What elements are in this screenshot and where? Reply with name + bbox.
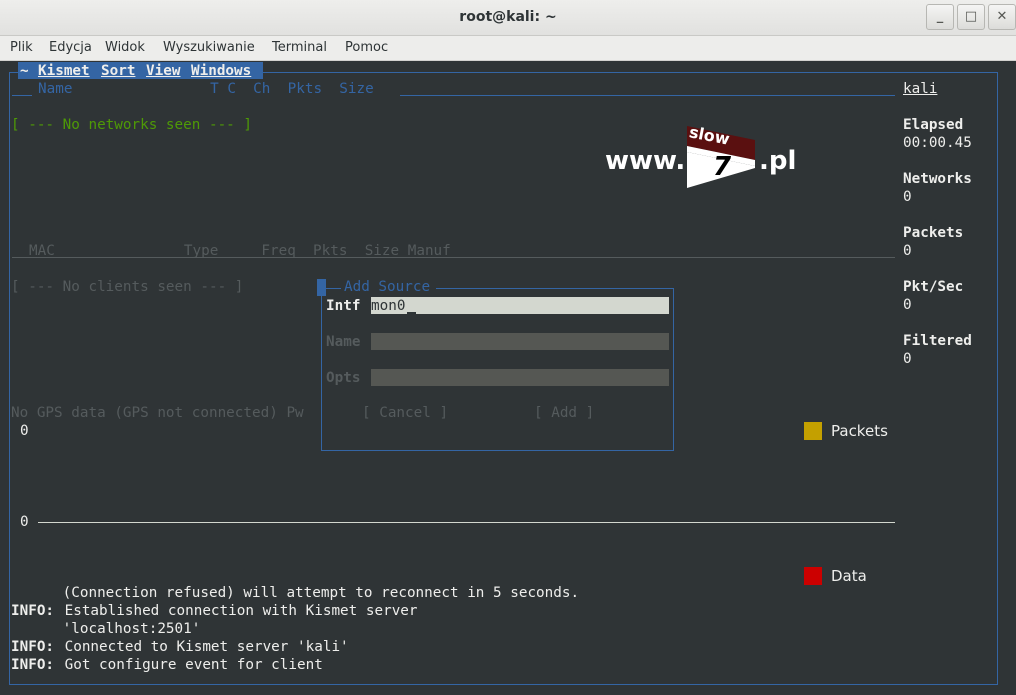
minimize-button[interactable]: _	[926, 4, 954, 30]
watermark-logo-box: slow 7	[687, 122, 755, 188]
menu-pomoc[interactable]: Pomoc	[345, 40, 388, 55]
cancel-button[interactable]: [ Cancel ]	[362, 404, 448, 422]
network-list-header[interactable]: Name T C Ch Pkts Size	[38, 80, 374, 98]
graph-baseline	[38, 522, 895, 523]
dialog-title: Add Source	[344, 279, 431, 295]
no-networks-text: [ --- No networks seen --- ]	[11, 117, 253, 133]
watermark-pl: .pl	[759, 146, 797, 176]
kismet-menu-view[interactable]: View	[146, 62, 180, 80]
gps-status: No GPS data (GPS not connected) Pw	[11, 405, 304, 421]
watermark-www: www.	[605, 146, 686, 176]
text-cursor	[407, 312, 416, 314]
terminal-scrollbar[interactable]	[1006, 62, 1016, 695]
stat-pktsec-label: Pkt/Sec	[903, 279, 964, 295]
header-underline-left	[12, 95, 32, 96]
stat-elapsed-value: 00:00.45	[903, 135, 972, 151]
name-input[interactable]	[371, 333, 669, 350]
kismet-menu-tilde[interactable]: ~	[20, 62, 29, 80]
dialog-name-label: Name	[326, 334, 361, 350]
dialog-border-top-right	[436, 288, 674, 289]
stat-packets-label: Packets	[903, 225, 964, 241]
stat-elapsed-label: Elapsed	[903, 117, 964, 133]
legend-packets-label: Packets	[831, 422, 888, 440]
stat-pktsec-value: 0	[903, 297, 912, 313]
slow7-watermark: www. slow 7 .pl	[605, 122, 805, 194]
header-underline-right	[400, 95, 895, 96]
legend-packets-swatch	[804, 422, 822, 440]
sidebar-host: kali	[903, 81, 938, 97]
menu-edycja[interactable]: Edycja	[49, 40, 92, 55]
kismet-menu-windows[interactable]: Windows	[191, 62, 251, 80]
terminal-area[interactable]: ~ Kismet Sort View Windows Name T C Ch P…	[0, 62, 1016, 695]
dialog-opts-label: Opts	[326, 370, 361, 386]
intf-input-value: mon0	[371, 298, 406, 314]
menu-widok[interactable]: Widok	[105, 40, 145, 55]
window-title: root@kali: ~	[459, 9, 557, 25]
maximize-button[interactable]: □	[957, 4, 985, 30]
menu-plik[interactable]: Plik	[10, 40, 33, 55]
log-line-5: Got configure event for client	[56, 657, 323, 673]
opts-input[interactable]	[371, 369, 669, 386]
legend-data-label: Data	[831, 567, 867, 585]
log-line-4: Connected to Kismet server 'kali'	[56, 639, 349, 655]
terminal-menubar: Plik Edycja Widok Wyszukiwanie Terminal …	[0, 36, 1016, 61]
add-button[interactable]: [ Add ]	[534, 404, 594, 422]
frame-left	[9, 72, 10, 685]
dialog-corner-cursor	[317, 279, 326, 296]
graph-top-value: 0	[20, 423, 29, 439]
log-line-3: 'localhost:2501'	[11, 621, 201, 637]
frame-right	[997, 72, 998, 685]
close-button[interactable]: ✕	[988, 4, 1016, 30]
client-header-underline	[12, 257, 895, 258]
log-prefix-5: INFO:	[11, 657, 55, 673]
log-line-1: (Connection refused) will attempt to rec…	[11, 585, 580, 601]
kismet-menu-kismet[interactable]: Kismet	[38, 62, 90, 80]
kismet-menu-sort[interactable]: Sort	[101, 62, 135, 80]
frame-bottom	[9, 684, 998, 685]
stat-networks-label: Networks	[903, 171, 972, 187]
no-clients-text: [ --- No clients seen --- ]	[11, 279, 244, 295]
legend-data-swatch	[804, 567, 822, 585]
log-prefix-2: INFO:	[11, 603, 55, 619]
stat-networks-value: 0	[903, 189, 912, 205]
log-line-2: Established connection with Kismet serve…	[56, 603, 418, 619]
window-titlebar: root@kali: ~ _ □ ✕	[0, 0, 1016, 36]
dialog-intf-label: Intf	[326, 298, 361, 314]
stat-packets-value: 0	[903, 243, 912, 259]
stat-filtered-value: 0	[903, 351, 912, 367]
menu-terminal[interactable]: Terminal	[272, 40, 327, 55]
menu-wyszukiwanie[interactable]: Wyszukiwanie	[163, 40, 255, 55]
graph-bottom-value: 0	[20, 514, 29, 530]
log-prefix-4: INFO:	[11, 639, 55, 655]
stat-filtered-label: Filtered	[903, 333, 972, 349]
watermark-seven: 7	[713, 152, 732, 182]
